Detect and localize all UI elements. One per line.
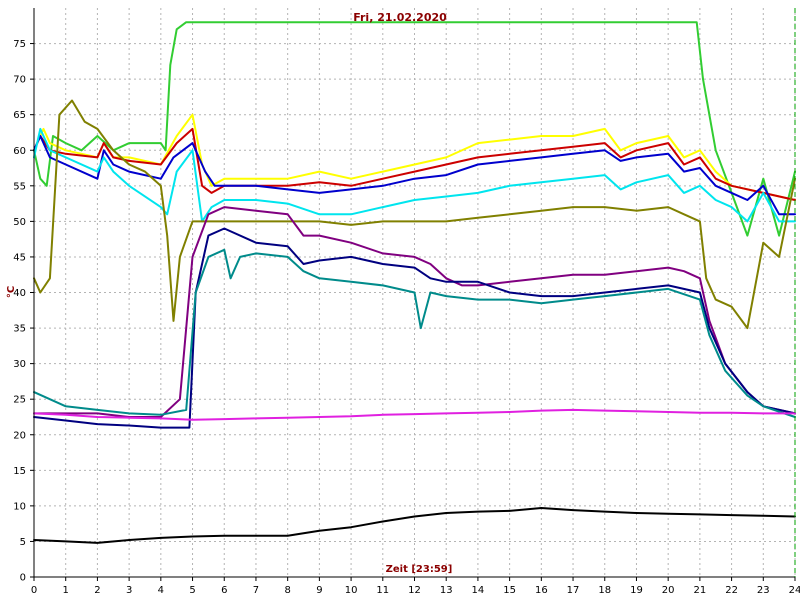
y-tick-label: 10 [13, 501, 26, 512]
x-tick-label: 23 [757, 585, 770, 596]
y-tick-label: 70 [13, 75, 26, 86]
x-tick-label: 19 [630, 585, 643, 596]
y-tick-label: 20 [13, 430, 26, 441]
chart-title: Fri, 21.02.2020 [353, 11, 447, 24]
x-tick-label: 13 [440, 585, 453, 596]
x-tick-label: 9 [316, 585, 322, 596]
x-tick-label: 22 [725, 585, 738, 596]
chart-svg: 0 1 2 3 4 5 6 7 8 9 10 11 12 13 14 15 16 17 18 19 20 21 22 23 24… [0, 0, 800, 600]
x-tick-label: 18 [598, 585, 611, 596]
y-tick-label: 45 [13, 252, 26, 263]
y-tick-label: 0 [20, 573, 26, 584]
x-tick-label: 24 [789, 585, 800, 596]
y-tick-label: 25 [13, 395, 26, 406]
x-tick-label: 7 [253, 585, 259, 596]
x-tick-label: 11 [376, 585, 389, 596]
x-tick-label: 17 [567, 585, 580, 596]
y-tick-label: 75 [13, 39, 26, 50]
y-tick-label: 15 [13, 466, 26, 477]
y-tick-label: 55 [13, 181, 26, 192]
y-tick-label: 60 [13, 146, 26, 157]
x-tick-label: 16 [535, 585, 548, 596]
x-tick-label: 1 [63, 585, 69, 596]
x-tick-label: 3 [126, 585, 132, 596]
y-axis-label: °C [6, 286, 17, 298]
x-tick-label: 15 [503, 585, 516, 596]
temperature-chart: 0 1 2 3 4 5 6 7 8 9 10 11 12 13 14 15 16 17 18 19 20 21 22 23 24… [0, 0, 800, 600]
x-tick-label: 8 [284, 585, 290, 596]
x-tick-label: 20 [662, 585, 675, 596]
x-tick-label: 14 [472, 585, 485, 596]
x-tick-label: 0 [31, 585, 37, 596]
x-tick-label: 12 [408, 585, 421, 596]
y-tick-label: 5 [20, 537, 26, 548]
x-tick-label: 10 [345, 585, 358, 596]
x-axis-label: Zeit [23:59] [386, 564, 453, 575]
x-tick-label: 21 [694, 585, 707, 596]
x-tick-label: 2 [94, 585, 100, 596]
chart-background [0, 0, 800, 600]
x-tick-label: 5 [189, 585, 195, 596]
x-tick-label: 4 [158, 585, 164, 596]
y-tick-label: 35 [13, 324, 26, 335]
x-tick-label: 6 [221, 585, 227, 596]
y-tick-label: 30 [13, 359, 26, 370]
y-tick-label: 50 [13, 217, 26, 228]
y-tick-label: 65 [13, 110, 26, 121]
